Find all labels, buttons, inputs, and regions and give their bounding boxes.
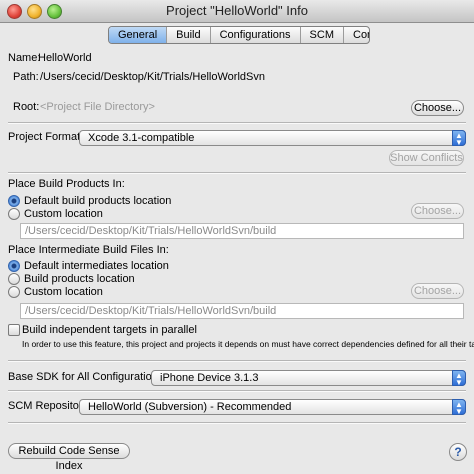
window-title: Project "HelloWorld" Info [166, 3, 308, 18]
path-value: /Users/cecid/Desktop/Kit/Trials/HelloWor… [40, 71, 265, 83]
scm-repository-value: HelloWorld (Subversion) - Recommended [88, 401, 292, 413]
parallel-build-note: In order to use this feature, this proje… [22, 339, 474, 349]
intermediates-path-field[interactable]: /Users/cecid/Desktop/Kit/Trials/HelloWor… [20, 303, 464, 319]
intermediates-default-label: Default intermediates location [24, 260, 169, 272]
build-products-choose-button[interactable]: Choose... [411, 203, 464, 219]
separator [8, 122, 466, 124]
intermediates-build-products-radio[interactable] [8, 273, 20, 285]
name-label: Name: [8, 52, 41, 64]
root-label: Root: [13, 101, 40, 113]
project-info-window: Project "HelloWorld" Info General Build … [0, 0, 474, 472]
path-label: Path: [13, 71, 39, 83]
popup-arrows-icon: ▲ ▼ [452, 399, 466, 416]
help-icon[interactable]: ? [449, 443, 467, 461]
tab-bar: General Build Configurations SCM Comment… [108, 26, 370, 44]
build-products-custom-radio[interactable] [8, 208, 20, 220]
build-products-default-radio[interactable] [8, 195, 20, 207]
base-sdk-value: iPhone Device 3.1.3 [160, 372, 259, 384]
tab-comments[interactable]: Comments [343, 27, 369, 43]
intermediates-heading: Place Intermediate Build Files In: [8, 244, 169, 256]
build-products-heading: Place Build Products In: [8, 178, 125, 190]
parallel-build-label: Build independent targets in parallel [22, 324, 197, 336]
separator [8, 422, 466, 424]
parallel-build-checkbox[interactable] [8, 324, 20, 336]
root-value: <Project File Directory> [40, 101, 155, 113]
build-products-default-label: Default build products location [24, 195, 172, 207]
intermediates-custom-radio[interactable] [8, 286, 20, 298]
scm-repository-popup[interactable]: HelloWorld (Subversion) - Recommended ▲ ▼ [79, 399, 466, 416]
tab-build[interactable]: Build [166, 27, 209, 43]
build-products-custom-label: Custom location [24, 208, 103, 220]
base-sdk-label: Base SDK for All Configurations: [8, 371, 167, 383]
popup-arrows-icon: ▲ ▼ [452, 370, 466, 387]
intermediates-custom-label: Custom location [24, 286, 103, 298]
intermediates-choose-button[interactable]: Choose... [411, 283, 464, 299]
root-choose-button[interactable]: Choose... [411, 100, 464, 116]
separator [8, 390, 466, 392]
rebuild-code-sense-button[interactable]: Rebuild Code Sense Index [8, 443, 130, 472]
project-format-value: Xcode 3.1-compatible [88, 132, 195, 144]
tab-general[interactable]: General [109, 27, 167, 43]
name-value: HelloWorld [38, 52, 92, 64]
show-conflicts-button[interactable]: Show Conflicts [389, 150, 464, 166]
title-bar[interactable]: Project "HelloWorld" Info [0, 0, 474, 23]
intermediates-default-radio[interactable] [8, 260, 20, 272]
separator [8, 172, 466, 174]
project-format-label: Project Format: [8, 131, 84, 143]
popup-arrows-icon: ▲ ▼ [452, 130, 466, 147]
build-products-path-field[interactable]: /Users/cecid/Desktop/Kit/Trials/HelloWor… [20, 223, 464, 239]
separator [8, 360, 466, 362]
project-format-popup[interactable]: Xcode 3.1-compatible ▲ ▼ [79, 130, 466, 147]
tab-configurations[interactable]: Configurations [209, 27, 300, 43]
tab-scm[interactable]: SCM [299, 27, 343, 43]
base-sdk-popup[interactable]: iPhone Device 3.1.3 ▲ ▼ [151, 370, 466, 387]
intermediates-build-products-label: Build products location [24, 273, 135, 285]
